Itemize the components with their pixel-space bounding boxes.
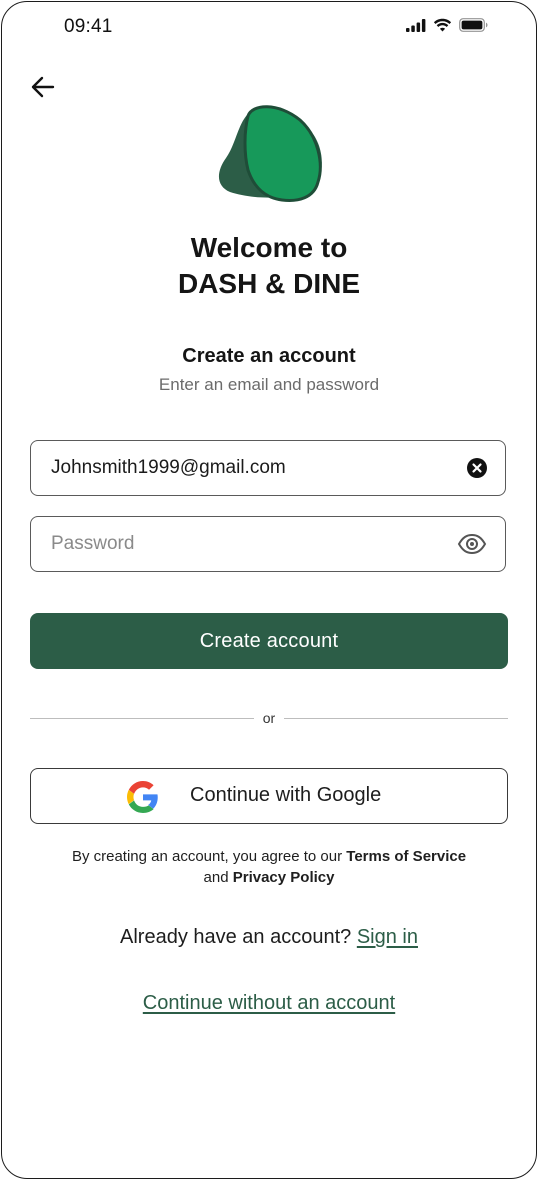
terms-middle: and [203, 869, 233, 886]
phone-frame: 09:41 Welcome to DASH & DINE Create an a… [1, 1, 537, 1179]
arrow-left-icon [31, 76, 55, 98]
email-input[interactable] [51, 441, 451, 494]
email-field[interactable] [30, 440, 506, 496]
sign-in-link[interactable]: Sign in [357, 926, 418, 948]
continue-without-account-row: Continue without an account [2, 992, 536, 1015]
terms-prefix: By creating an account, you agree to our [71, 848, 347, 865]
cellular-signal-icon [406, 18, 426, 32]
welcome-heading: Welcome to DASH & DINE [2, 230, 536, 302]
password-field[interactable] [30, 516, 506, 572]
password-input[interactable] [51, 517, 451, 570]
form-title: Create an account [182, 345, 356, 367]
avocado-logo-icon [218, 105, 322, 202]
welcome-line-1: Welcome to [190, 232, 348, 263]
create-account-button[interactable]: Create account [30, 613, 508, 669]
divider-line-right [284, 718, 508, 719]
signin-prompt: Already have an account? [120, 926, 357, 948]
status-time: 09:41 [64, 16, 113, 37]
terms-of-service-link[interactable]: Terms of Service [346, 848, 466, 865]
google-button-label: Continue with Google [190, 784, 382, 806]
status-icons [406, 18, 488, 32]
clear-x-icon[interactable] [467, 458, 487, 478]
brand-name: DASH & DINE [177, 268, 360, 299]
battery-icon [459, 18, 488, 32]
status-bar: 09:41 [2, 2, 536, 52]
privacy-policy-link[interactable]: Privacy Policy [233, 869, 335, 886]
wifi-icon [433, 18, 452, 32]
google-icon [127, 781, 158, 813]
or-divider: or [30, 708, 508, 728]
continue-without-account-link[interactable]: Continue without an account [143, 992, 395, 1014]
terms-notice: By creating an account, you agree to our… [2, 846, 536, 888]
eye-icon[interactable] [457, 532, 487, 556]
back-button[interactable] [26, 70, 60, 104]
form-subtitle: Enter an email and password [158, 375, 380, 394]
signin-row: Already have an account? Sign in [2, 926, 536, 949]
continue-with-google-button[interactable]: Continue with Google [30, 768, 508, 824]
